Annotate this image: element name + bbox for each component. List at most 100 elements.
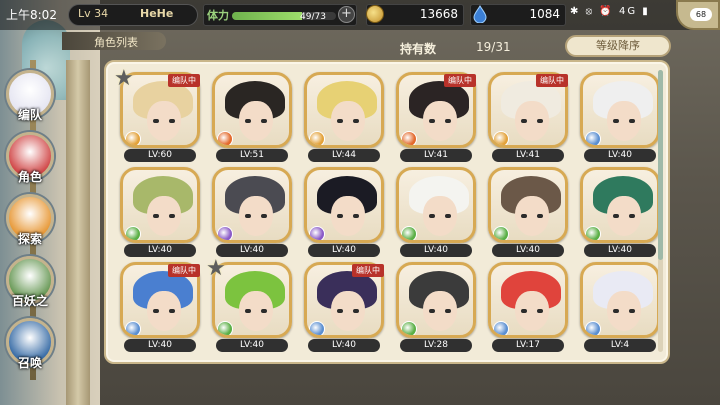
character-card[interactable]: 编队中 LV:40 xyxy=(302,262,386,352)
character-eye xyxy=(445,214,451,218)
element-icon xyxy=(585,321,601,335)
element-icon xyxy=(401,226,417,240)
character-card[interactable]: 编队中 LV:40 xyxy=(118,262,202,352)
character-eye xyxy=(521,309,527,313)
stamina-label: 体力 xyxy=(207,9,229,22)
character-portrait xyxy=(120,167,200,243)
character-level: LV:40 xyxy=(124,244,196,257)
character-eye xyxy=(353,119,359,123)
character-card[interactable]: 编队中 LV:41 xyxy=(486,72,570,162)
sort-order-button[interactable]: 等级降序 xyxy=(565,35,671,57)
owned-count-value: 19/31 xyxy=(476,40,511,54)
element-icon xyxy=(217,131,233,145)
gold-coin-icon xyxy=(366,5,384,23)
in-team-badge: 编队中 xyxy=(536,74,568,87)
character-card[interactable]: LV:40 xyxy=(578,72,662,162)
character-eye xyxy=(337,119,343,123)
element-icon xyxy=(309,131,325,145)
character-level: LV:51 xyxy=(216,149,288,162)
character-eye xyxy=(429,214,435,218)
in-team-badge: 编队中 xyxy=(168,264,200,277)
character-card[interactable]: LV:4 xyxy=(578,262,662,352)
sidebar-item-label: 百妖之 xyxy=(11,294,48,308)
gem-amount: 1084 xyxy=(529,7,560,21)
character-level: LV:40 xyxy=(308,244,380,257)
character-eye xyxy=(353,309,359,313)
in-team-badge: 编队中 xyxy=(444,74,476,87)
player-level: Lv 34 xyxy=(78,7,109,20)
character-card[interactable]: LV:44 xyxy=(302,72,386,162)
owned-count-label: 持有数 xyxy=(400,42,437,56)
character-card[interactable]: LV:51 xyxy=(210,72,294,162)
stamina-value: 49/73 xyxy=(300,12,326,22)
decorative-pillar xyxy=(66,60,90,405)
character-eye xyxy=(521,119,527,123)
character-portrait xyxy=(488,167,568,243)
element-icon xyxy=(401,131,417,145)
sidebar-item-1[interactable]: 角色 xyxy=(4,132,56,190)
character-card[interactable]: 编队中 ★ LV:60 xyxy=(114,66,202,162)
element-icon xyxy=(125,131,141,145)
element-icon xyxy=(585,226,601,240)
element-icon xyxy=(401,321,417,335)
star-icon: ★ xyxy=(206,256,226,281)
character-level: LV:40 xyxy=(584,149,656,162)
character-level: LV:4 xyxy=(584,339,656,352)
character-card[interactable]: LV:40 xyxy=(302,167,386,257)
in-team-badge: 编队中 xyxy=(168,74,200,87)
character-level: LV:40 xyxy=(216,244,288,257)
sidebar-item-3[interactable]: 百妖之 xyxy=(4,256,56,314)
add-stamina-button[interactable]: + xyxy=(338,6,355,23)
scroll-thumb[interactable] xyxy=(658,70,663,260)
sidebar-item-label: 编队 xyxy=(17,108,42,122)
gold-amount: 13668 xyxy=(419,7,458,21)
character-card[interactable]: LV:40 xyxy=(486,167,570,257)
star-icon: ★ xyxy=(114,66,134,91)
sidebar-item-0[interactable]: 编队 xyxy=(4,70,56,128)
character-card[interactable]: ★ LV:40 xyxy=(206,256,294,352)
character-portrait xyxy=(396,262,476,338)
page-title: 角色列表 xyxy=(94,36,138,49)
sidebar-item-4[interactable]: 召唤 xyxy=(4,318,56,376)
sidebar-item-label: 角色 xyxy=(17,170,42,184)
character-eye xyxy=(245,309,251,313)
player-name: HeHe xyxy=(140,7,174,20)
character-portrait xyxy=(212,167,292,243)
character-eye xyxy=(169,214,175,218)
character-portrait xyxy=(212,72,292,148)
character-card[interactable]: LV:28 xyxy=(394,262,478,352)
element-icon xyxy=(217,226,233,240)
character-portrait xyxy=(580,262,660,338)
element-icon xyxy=(217,321,233,335)
character-card[interactable]: LV:40 xyxy=(118,167,202,257)
character-level: LV:17 xyxy=(492,339,564,352)
character-eye xyxy=(153,214,159,218)
character-eye xyxy=(153,309,159,313)
system-status-icons: ✱ ⦻ ⏰ 4G ▮ xyxy=(570,6,650,17)
scrollbar[interactable] xyxy=(658,70,663,352)
character-card[interactable]: LV:17 xyxy=(486,262,570,352)
character-level: LV:40 xyxy=(400,244,472,257)
character-card[interactable]: LV:40 xyxy=(578,167,662,257)
character-eye xyxy=(445,119,451,123)
element-icon xyxy=(309,321,325,335)
battery-icon: 68 xyxy=(690,8,712,21)
character-portrait xyxy=(580,72,660,148)
character-eye xyxy=(537,119,543,123)
character-level: LV:40 xyxy=(492,244,564,257)
character-eye xyxy=(337,214,343,218)
element-icon xyxy=(585,131,601,145)
character-eye xyxy=(169,119,175,123)
character-card[interactable]: LV:40 xyxy=(394,167,478,257)
sidebar-item-2[interactable]: 探索 xyxy=(4,194,56,252)
character-card[interactable]: LV:40 xyxy=(210,167,294,257)
character-level: LV:60 xyxy=(124,149,196,162)
character-level: LV:40 xyxy=(124,339,196,352)
character-card[interactable]: 编队中 LV:41 xyxy=(394,72,478,162)
element-icon xyxy=(125,226,141,240)
character-portrait xyxy=(304,72,384,148)
element-icon xyxy=(125,321,141,335)
element-icon xyxy=(493,131,509,145)
character-portrait xyxy=(488,262,568,338)
character-eye xyxy=(169,309,175,313)
